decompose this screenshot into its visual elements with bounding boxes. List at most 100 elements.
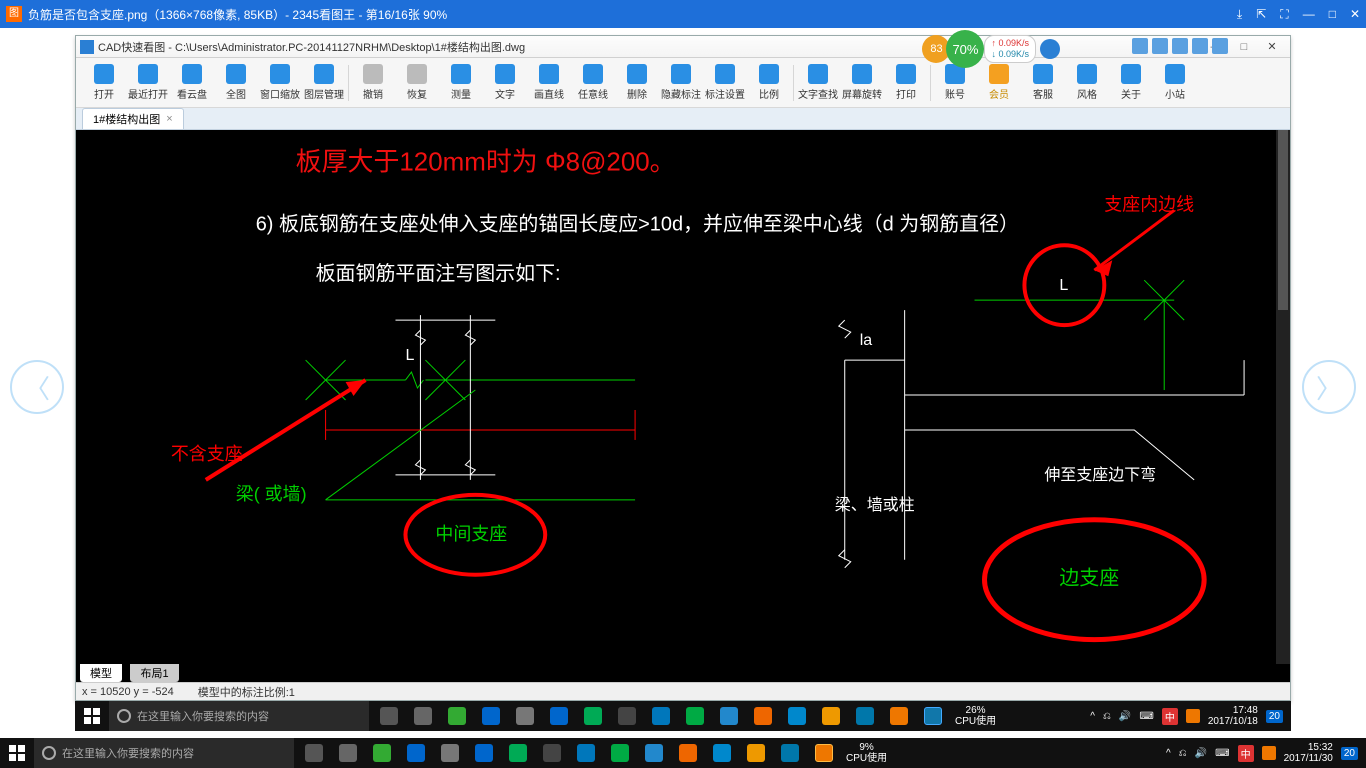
- start-button[interactable]: [0, 738, 34, 768]
- keyboard-icon[interactable]: ⌨: [1139, 711, 1153, 722]
- maximize-button[interactable]: □: [1329, 7, 1336, 22]
- toolbar-删除[interactable]: 删除: [615, 60, 659, 106]
- clock[interactable]: 15:322017/11/30: [1284, 742, 1333, 764]
- app-icon[interactable]: [740, 738, 772, 768]
- prev-image-button[interactable]: 〈: [10, 360, 64, 414]
- keyboard-icon[interactable]: ⌨: [1215, 748, 1229, 759]
- volume-icon[interactable]: 🔊: [1195, 748, 1207, 759]
- taskview-icon[interactable]: [373, 701, 405, 731]
- tool-icon[interactable]: [1152, 38, 1168, 54]
- doc-tab[interactable]: 1#楼结构出图 ×: [82, 108, 184, 129]
- app-icon[interactable]: [672, 738, 704, 768]
- fullscreen-icon[interactable]: ⛶: [1280, 7, 1288, 22]
- app-icon[interactable]: [781, 701, 813, 731]
- toolbar-任意线[interactable]: 任意线: [571, 60, 615, 106]
- toolbar-打印[interactable]: 打印: [884, 60, 928, 106]
- store-icon[interactable]: [502, 738, 534, 768]
- toolbar-隐藏标注[interactable]: 隐藏标注: [659, 60, 703, 106]
- app-icon[interactable]: [434, 738, 466, 768]
- 360-icon[interactable]: [1040, 39, 1060, 59]
- 2345-icon[interactable]: [883, 701, 915, 731]
- tab-model[interactable]: 模型: [80, 664, 122, 682]
- app-icon[interactable]: [332, 738, 364, 768]
- next-image-button[interactable]: 〉: [1302, 360, 1356, 414]
- tool-icon[interactable]: [1212, 38, 1228, 54]
- 360-icon[interactable]: [679, 701, 711, 731]
- toolbar-风格[interactable]: 风格: [1065, 60, 1109, 106]
- toolbar-文字查找[interactable]: 文字查找: [796, 60, 840, 106]
- ie-icon[interactable]: [713, 701, 745, 731]
- toolbar-比例[interactable]: 比例: [747, 60, 791, 106]
- toolbar-画直线[interactable]: 画直线: [527, 60, 571, 106]
- scrollbar-vertical[interactable]: [1276, 130, 1290, 672]
- network-icon[interactable]: ⎌: [1179, 748, 1187, 759]
- toolbar-恢复[interactable]: 恢复: [395, 60, 439, 106]
- app-icon[interactable]: [536, 738, 568, 768]
- toolbar-关于[interactable]: 关于: [1109, 60, 1153, 106]
- ie-icon[interactable]: [638, 738, 670, 768]
- tab-layout1[interactable]: 布局1: [130, 664, 178, 682]
- up-icon[interactable]: ⇱: [1256, 7, 1266, 22]
- search-box[interactable]: 在这里输入你要搜索的内容: [109, 701, 369, 731]
- tool-icon[interactable]: [1172, 38, 1188, 54]
- store-icon[interactable]: [577, 701, 609, 731]
- sogou-icon[interactable]: [1262, 746, 1276, 760]
- tab-close-icon[interactable]: ×: [166, 113, 172, 125]
- edge2-icon[interactable]: [468, 738, 500, 768]
- app-icon[interactable]: [611, 701, 643, 731]
- tool-icon[interactable]: [1192, 38, 1208, 54]
- speed-widget[interactable]: 83 70% ↑ 0.09K/s ↓ 0.09K/s: [922, 30, 1060, 68]
- app-icon[interactable]: [747, 701, 779, 731]
- toolbar-窗口缩放[interactable]: 窗口缩放: [258, 60, 302, 106]
- edge-icon[interactable]: [475, 701, 507, 731]
- 360-icon[interactable]: [604, 738, 636, 768]
- toolbar-最近打开[interactable]: 最近打开: [126, 60, 170, 106]
- edge2-icon[interactable]: [543, 701, 575, 731]
- app-icon[interactable]: [815, 701, 847, 731]
- ime-indicator[interactable]: 中: [1238, 745, 1254, 762]
- network-icon[interactable]: ⎌: [1103, 711, 1111, 722]
- tool-icon[interactable]: [1132, 38, 1148, 54]
- volume-icon[interactable]: 🔊: [1119, 711, 1131, 722]
- chevron-up-icon[interactable]: ^: [1166, 748, 1171, 759]
- notification-icon[interactable]: 20: [1266, 710, 1283, 723]
- notification-icon[interactable]: 20: [1341, 747, 1358, 760]
- cpu-meter[interactable]: 9% CPU使用: [840, 742, 893, 764]
- sogou-icon[interactable]: [1186, 709, 1200, 723]
- cad-maximize-button[interactable]: □: [1230, 41, 1258, 53]
- toolbar-看云盘[interactable]: 看云盘: [170, 60, 214, 106]
- toolbar-标注设置[interactable]: 标注设置: [703, 60, 747, 106]
- app-icon[interactable]: [706, 738, 738, 768]
- search-box[interactable]: 在这里输入你要搜索的内容: [34, 738, 294, 768]
- 2345-icon[interactable]: [808, 738, 840, 768]
- taskview-icon[interactable]: [298, 738, 330, 768]
- cad-canvas[interactable]: 板厚大于120mm时为 Φ8@200。 6) 板底钢筋在支座处伸入支座的锚固长度…: [76, 130, 1290, 672]
- app-icon[interactable]: [407, 701, 439, 731]
- toolbar-文字[interactable]: 文字: [483, 60, 527, 106]
- ime-indicator[interactable]: 中: [1162, 708, 1178, 725]
- toolbar-测量[interactable]: 测量: [439, 60, 483, 106]
- app-icon[interactable]: [774, 738, 806, 768]
- app-icon[interactable]: [366, 738, 398, 768]
- app-icon[interactable]: [441, 701, 473, 731]
- cpu-meter[interactable]: 26% CPU使用: [949, 705, 1002, 727]
- toolbar-打开[interactable]: 打开: [82, 60, 126, 106]
- minimize-button[interactable]: —: [1303, 7, 1315, 22]
- toolbar-撤销[interactable]: 撤销: [351, 60, 395, 106]
- app-icon[interactable]: [570, 738, 602, 768]
- app-icon[interactable]: [509, 701, 541, 731]
- edge-icon[interactable]: [400, 738, 432, 768]
- start-button[interactable]: [75, 701, 109, 731]
- toolbar-图层管理[interactable]: 图层管理: [302, 60, 346, 106]
- clock[interactable]: 17:482017/10/18: [1208, 705, 1258, 727]
- cad-close-button[interactable]: ✕: [1258, 40, 1286, 53]
- toolbar-全图[interactable]: 全图: [214, 60, 258, 106]
- toolbar-小站[interactable]: 小站: [1153, 60, 1197, 106]
- app-icon[interactable]: [849, 701, 881, 731]
- download-icon[interactable]: ⤓: [1237, 7, 1242, 22]
- app-icon[interactable]: [645, 701, 677, 731]
- toolbar-屏幕旋转[interactable]: 屏幕旋转: [840, 60, 884, 106]
- chevron-up-icon[interactable]: ^: [1090, 711, 1095, 722]
- close-button[interactable]: ✕: [1350, 7, 1360, 22]
- cad-icon[interactable]: [917, 701, 949, 731]
